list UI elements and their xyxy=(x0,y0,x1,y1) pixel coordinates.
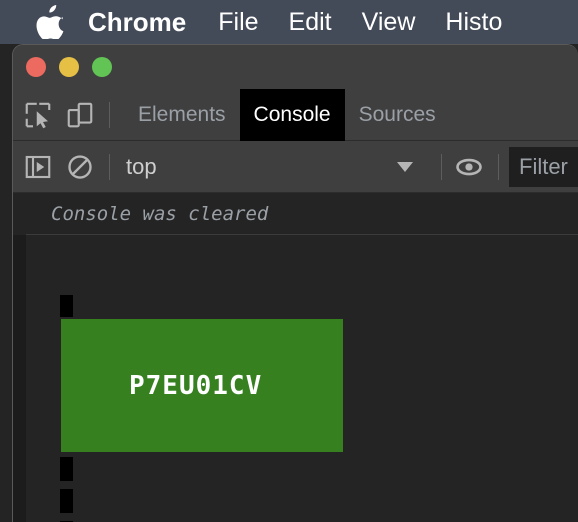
console-toolbar: top Filter xyxy=(13,141,578,193)
tab-sources[interactable]: Sources xyxy=(345,89,450,141)
tab-console[interactable]: Console xyxy=(239,88,345,141)
gutter-tick xyxy=(60,295,73,317)
menu-item-history[interactable]: Histo xyxy=(445,0,502,44)
console-message-area: Console was cleared P7EU01CV xyxy=(13,193,578,522)
clear-console-icon[interactable] xyxy=(65,152,95,182)
devtools-window: Elements Console Sources top Filter Cons… xyxy=(12,44,578,522)
console-output-code: P7EU01CV xyxy=(129,370,263,401)
menu-item-view[interactable]: View xyxy=(362,0,416,44)
console-cleared-row: Console was cleared xyxy=(13,193,578,235)
console-sidebar-toggle-icon[interactable] xyxy=(23,152,53,182)
chevron-down-icon xyxy=(397,161,413,172)
tabstrip-divider xyxy=(109,101,110,128)
device-toolbar-icon[interactable] xyxy=(65,100,95,130)
window-maximize-button[interactable] xyxy=(92,57,112,77)
console-context-selector[interactable]: top xyxy=(110,141,427,193)
inspect-element-icon[interactable] xyxy=(23,100,53,130)
console-toolbar-divider-2 xyxy=(441,153,442,180)
gutter-tick xyxy=(60,489,73,513)
tab-elements[interactable]: Elements xyxy=(124,89,240,141)
console-context-value: top xyxy=(126,153,157,179)
window-close-button[interactable] xyxy=(26,57,46,77)
window-minimize-button[interactable] xyxy=(59,57,79,77)
menu-item-file[interactable]: File xyxy=(218,0,258,44)
apple-logo-icon[interactable] xyxy=(36,5,66,39)
console-output-block: P7EU01CV xyxy=(61,319,343,452)
console-row-gutter xyxy=(13,193,26,235)
console-filter-input[interactable]: Filter xyxy=(509,146,578,187)
console-toolbar-divider-3 xyxy=(498,153,499,180)
gutter-tick xyxy=(60,457,73,481)
live-expression-eye-icon[interactable] xyxy=(454,152,484,182)
console-left-rail xyxy=(13,235,26,522)
menu-item-chrome[interactable]: Chrome xyxy=(88,0,186,44)
menu-item-edit[interactable]: Edit xyxy=(289,0,332,44)
window-title-bar xyxy=(13,45,578,89)
macos-menu-bar: Chrome File Edit View Histo xyxy=(0,0,578,44)
console-cleared-message: Console was cleared xyxy=(51,202,269,225)
screenshot-root: Chrome File Edit View Histo Elements Con… xyxy=(0,0,578,522)
devtools-tab-strip: Elements Console Sources xyxy=(13,88,578,141)
